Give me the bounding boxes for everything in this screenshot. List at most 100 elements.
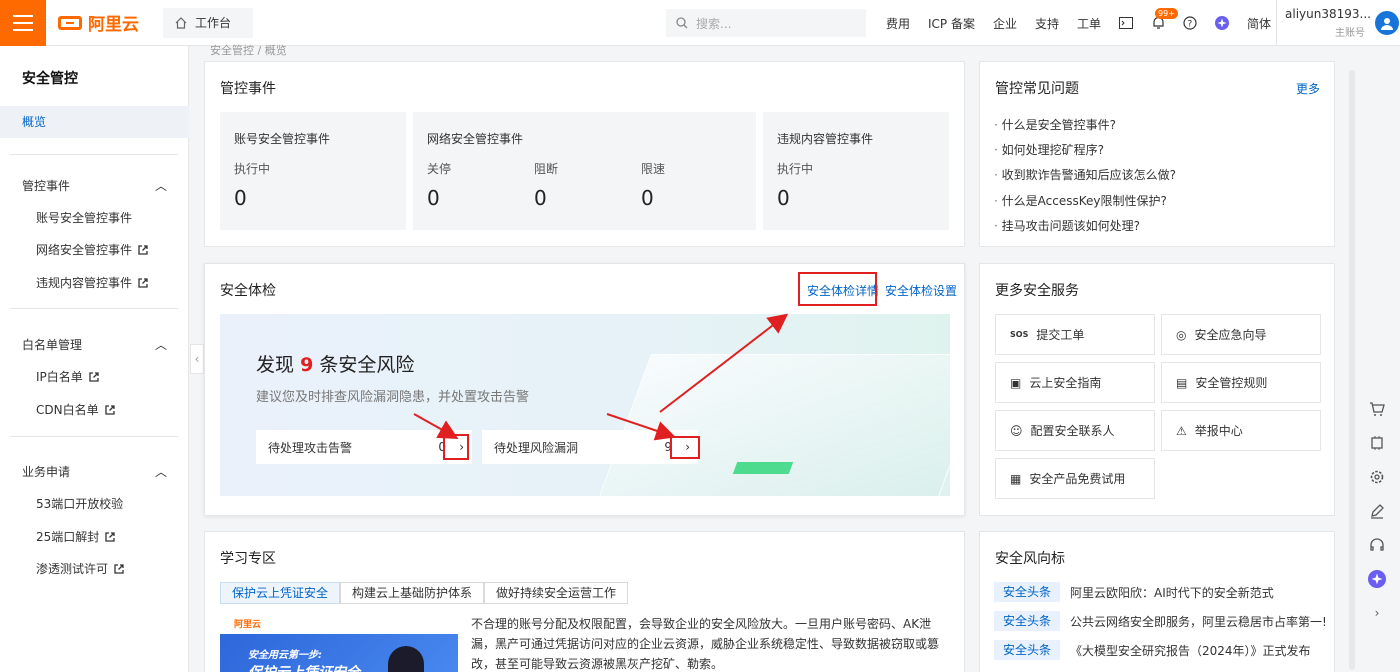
search-input[interactable]: 搜索... [666,9,866,37]
edit-icon[interactable] [1368,502,1386,520]
search-placeholder: 搜索... [696,16,732,31]
content-events-label: 执行中 [777,162,814,176]
search-icon [676,17,688,29]
sidebar-item-cdn-whitelist[interactable]: CDN白名单 [36,401,115,418]
language-switch[interactable]: 简体 [1247,15,1271,32]
service-label: 举报中心 [1194,424,1243,438]
ai-assistant-icon[interactable] [1215,16,1230,30]
pending-attacks-item[interactable]: 待处理攻击告警 0 › [256,430,472,464]
sidebar-item-pentest[interactable]: 渗透测试许可 [36,560,124,577]
workbench-label: 工作台 [195,16,232,30]
chip-icon[interactable] [1368,434,1386,452]
pending-attacks-label: 待处理攻击告警 [268,440,353,455]
user-menu[interactable]: aliyun38193... 主账号 [1276,0,1399,46]
top-link-enterprise[interactable]: 企业 [993,15,1017,32]
service-label: 配置安全联系人 [1030,424,1115,438]
sidebar-item-overview[interactable]: 概览 [0,106,189,138]
news-title: 安全风向标 [995,551,1065,567]
sidebar-item-content-events[interactable]: 违规内容管控事件 [36,274,148,291]
tab-security-operations[interactable]: 做好持续安全运营工作 [484,582,629,604]
sidebar-group-applications[interactable]: 业务申请 ︿ [22,463,167,480]
check-settings-link[interactable]: 安全体检设置 [885,282,957,299]
faq-item[interactable]: 什么是安全管控事件? [994,116,1116,133]
cart-icon[interactable] [1368,400,1386,418]
sidebar-item-label: 网络安全管控事件 [36,243,133,257]
network-block-label: 阻断 [534,162,559,176]
sidebar-divider [10,308,178,309]
contact-icon: ☺ [1010,423,1023,438]
pending-vulns-item[interactable]: 待处理风险漏洞 9 › [482,430,698,464]
news-item[interactable]: 安全头条 公共云网络安全即服务，阿里云稳居市占率第一! [994,611,1327,631]
ai-assistant-rail-icon[interactable] [1368,570,1386,588]
network-ratelimit-label: 限速 [641,162,666,176]
terminal-icon[interactable] [1119,16,1134,30]
content-events-title: 违规内容管控事件 [777,132,874,146]
thumbnail-line1: 安全用云第一步: [248,650,322,661]
faq-item[interactable]: 挂马攻击问题该如何处理? [994,217,1140,234]
page-scrollbar[interactable] [1349,70,1355,670]
service-cloud-guide[interactable]: ▣ 云上安全指南 [995,362,1155,403]
sidebar-item-label: CDN白名单 [36,403,99,417]
top-link-support[interactable]: 支持 [1035,15,1059,32]
chevron-up-icon: ︿ [154,465,167,479]
brand-logo[interactable]: 阿里云 [58,10,139,35]
tab-basic-protection[interactable]: 构建云上基础防护体系 [340,582,485,604]
breadcrumb: 安全管控 / 概览 [210,44,287,57]
top-link-icp[interactable]: ICP 备案 [928,15,975,32]
news-item[interactable]: 安全头条 阿里云欧阳欣：AI时代下的安全新范式 [994,582,1274,602]
service-report-center[interactable]: ⚠ 举报中心 [1161,410,1321,451]
network-events-title: 网络安全管控事件 [427,132,524,146]
service-contacts[interactable]: ☺ 配置安全联系人 [995,410,1155,451]
sidebar-group-events[interactable]: 管控事件 ︿ [22,177,167,194]
account-events-label: 执行中 [234,162,271,176]
bell-icon[interactable]: 99+ [1151,8,1178,30]
news-text: 《大模型安全研究报告（2024年）》正式发布 [1070,643,1311,658]
faq-item[interactable]: 什么是AccessKey限制性保护? [994,192,1167,209]
service-emergency-guide[interactable]: ◎ 安全应急向导 [1161,314,1321,355]
faq-item[interactable]: 收到欺诈告警通知后应该怎么做? [994,166,1176,183]
tab-credential-security[interactable]: 保护云上凭证安全 [220,582,341,604]
network-events-box[interactable]: 网络安全管控事件 关停 阻断 限速 0 0 0 [413,112,756,230]
sidebar-item-ip-whitelist[interactable]: IP白名单 [36,368,99,385]
service-free-trial[interactable]: ▦ 安全产品免费试用 [995,458,1155,499]
top-link-ticket[interactable]: 工单 [1077,15,1101,32]
account-events-box[interactable]: 账号安全管控事件 执行中 0 [220,112,406,230]
report-icon: ⚠ [1176,423,1187,438]
sidebar-group-whitelist[interactable]: 白名单管理 ︿ [22,336,167,353]
service-control-rules[interactable]: ▤ 安全管控规则 [1161,362,1321,403]
sidebar-collapse-button[interactable]: ‹ [190,344,204,374]
headset-icon[interactable] [1368,536,1386,554]
sos-icon: SOS [1010,330,1029,339]
learning-description: 不合理的账号分配及权限配置，会导致企业的安全风险放大。一旦用户账号密码、AK泄漏… [471,617,940,671]
sidebar-item-port25[interactable]: 25端口解封 [36,528,115,545]
workbench-button[interactable]: 工作台 [163,7,253,38]
chevron-right-icon[interactable]: › [1368,604,1386,622]
guide-icon: ▣ [1010,375,1022,390]
thumbnail-line2: 保护云上凭证安全 [248,662,360,672]
sidebar-title: 安全管控 [22,71,78,87]
top-link-fees[interactable]: 费用 [886,15,910,32]
sidebar-item-port53[interactable]: 53端口开放校验 [36,495,123,512]
faq-more-link[interactable]: 更多 [1296,80,1320,97]
gear-icon[interactable] [1368,468,1386,486]
network-block-value: 0 [534,186,547,210]
learning-video-thumbnail[interactable]: 阿里云 安全用云第一步: 保护云上凭证安全 [220,612,458,672]
sidebar-item-account-events[interactable]: 账号安全管控事件 [36,209,132,226]
sidebar: 安全管控 概览 管控事件 ︿ 账号安全管控事件 网络安全管控事件 违规内容管控事件… [0,46,189,672]
sidebar-item-network-events[interactable]: 网络安全管控事件 [36,241,148,258]
avatar[interactable] [1375,11,1399,35]
risk-headline-suffix: 条安全风险 [319,354,415,376]
service-submit-ticket[interactable]: SOS 提交工单 [995,314,1155,355]
chevron-left-icon: ‹ [194,352,200,366]
security-check-title: 安全体检 [220,283,276,299]
risk-banner: 发现 9 条安全风险 建议您及时排查风险漏洞隐患，并处置攻击告警 待处理攻击告警… [220,314,950,496]
menu-button[interactable] [0,0,46,46]
help-icon[interactable]: ? [1183,16,1197,30]
news-tag: 安全头条 [994,611,1061,631]
content-events-box[interactable]: 违规内容管控事件 执行中 0 [763,112,949,230]
emergency-icon: ◎ [1176,327,1187,342]
right-toolbar: › [1360,400,1394,622]
faq-item[interactable]: 如何处理挖矿程序? [994,141,1104,158]
learning-tabs: 保护云上凭证安全 构建云上基础防护体系 做好持续安全运营工作 [220,582,629,604]
news-item[interactable]: 安全头条 《大模型安全研究报告（2024年）》正式发布 [994,640,1311,660]
